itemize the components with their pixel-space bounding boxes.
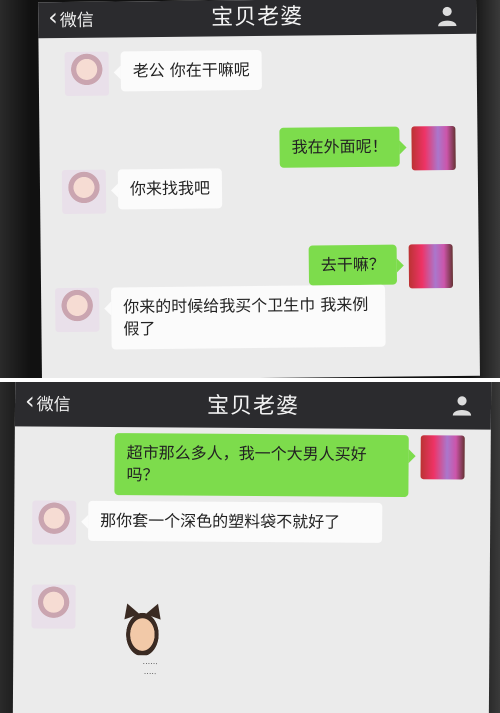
message-row: 超市那么多人，我一个大男人买好吗？: [114, 433, 465, 498]
my-avatar[interactable]: [408, 243, 454, 289]
back-button[interactable]: ‹ 微信: [48, 3, 94, 32]
message-row: ······ ·····: [31, 584, 190, 683]
cat-girl-sticker-icon[interactable]: ······ ·····: [109, 600, 190, 684]
message-bubble[interactable]: 你来的时候给我买个卫生巾 我来例假了: [111, 284, 386, 350]
my-avatar[interactable]: [411, 125, 456, 171]
chat-title: 宝贝老婆: [206, 393, 300, 420]
chevron-left-icon: ‹: [24, 386, 35, 415]
contact-profile-icon[interactable]: [451, 394, 473, 416]
message-bubble[interactable]: 那你套一个深色的塑料袋不就好了: [88, 500, 383, 543]
contact-avatar[interactable]: [64, 51, 110, 97]
chat-header: ‹ 微信 宝贝老婆: [38, 0, 477, 39]
back-label: 微信: [59, 10, 94, 32]
chevron-left-icon: ‹: [48, 3, 58, 32]
back-label: 微信: [36, 394, 71, 416]
message-bubble[interactable]: 我在外面呢！: [279, 126, 400, 168]
phone-screen: ‹ 微信 宝贝老婆 老公 你在干嘛呢 我在外面呢！ 你来找我吧 去干嘛？ 你来的…: [38, 0, 480, 378]
phone-screen: ‹ 微信 宝贝老婆 超市那么多人，我一个大男人买好吗？ 那你套一个深色的塑料袋不…: [12, 382, 492, 713]
chat-screenshot-1: ‹ 微信 宝贝老婆 老公 你在干嘛呢 我在外面呢！ 你来找我吧 去干嘛？ 你来的…: [0, 0, 500, 378]
contact-profile-icon[interactable]: [436, 5, 458, 27]
message-row: 你来找我吧: [61, 168, 223, 215]
sticker-caption: ······ ·····: [142, 659, 158, 679]
message-row: 你来的时候给我买个卫生巾 我来例假了: [55, 284, 386, 350]
chat-header: ‹ 微信 宝贝老婆: [14, 382, 492, 430]
message-bubble[interactable]: 去干嘛？: [308, 244, 398, 286]
my-avatar[interactable]: [420, 435, 465, 480]
sticker-face: [123, 609, 162, 656]
back-button[interactable]: ‹ 微信: [24, 386, 71, 416]
contact-avatar[interactable]: [61, 169, 107, 215]
contact-avatar[interactable]: [31, 584, 76, 629]
contact-avatar[interactable]: [55, 287, 100, 333]
message-row: 去干嘛？: [308, 243, 454, 290]
message-bubble[interactable]: 你来找我吧: [117, 168, 223, 210]
message-bubble[interactable]: 老公 你在干嘛呢: [120, 49, 263, 92]
message-row: 老公 你在干嘛呢: [64, 49, 263, 97]
contact-avatar[interactable]: [32, 500, 77, 545]
message-row: 那你套一个深色的塑料袋不就好了: [32, 500, 383, 546]
message-bubble[interactable]: 超市那么多人，我一个大男人买好吗？: [114, 433, 409, 498]
message-row: 我在外面呢！: [279, 125, 456, 172]
chat-screenshot-2: ‹ 微信 宝贝老婆 超市那么多人，我一个大男人买好吗？ 那你套一个深色的塑料袋不…: [0, 378, 500, 713]
chat-title: 宝贝老婆: [211, 4, 304, 31]
